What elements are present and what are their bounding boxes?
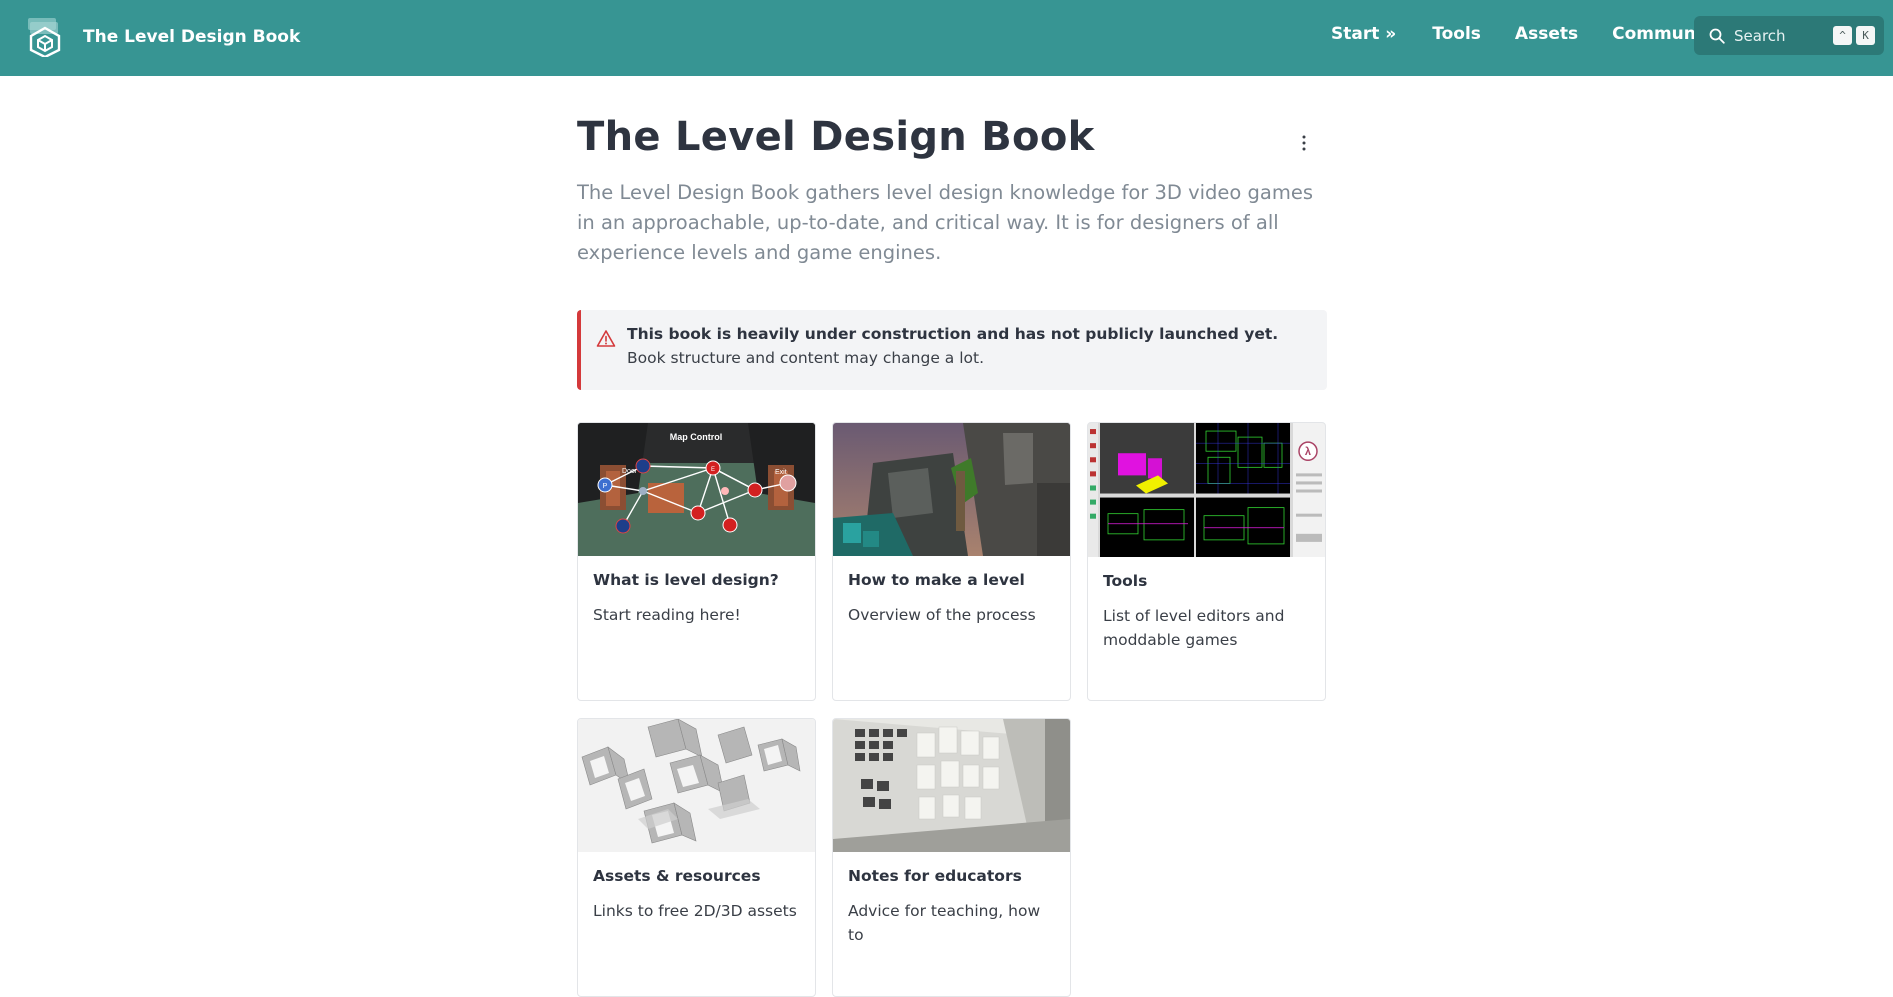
callout-rest-text: Book structure and content may change a … bbox=[627, 349, 985, 367]
card-title: Tools bbox=[1103, 572, 1148, 590]
card-tools[interactable]: λ Tools List of level editors and moddab… bbox=[1087, 422, 1326, 701]
diagram-label-map-control: Map Control bbox=[670, 432, 723, 442]
search-placeholder: Search bbox=[1734, 26, 1786, 45]
site-brand[interactable]: The Level Design Book bbox=[26, 17, 300, 57]
card-desc: Links to free 2D/3D assets bbox=[593, 902, 797, 920]
site-title[interactable]: The Level Design Book bbox=[83, 27, 300, 47]
more-vertical-icon[interactable] bbox=[1297, 132, 1311, 154]
card-desc: List of level editors and moddable games bbox=[1103, 607, 1285, 649]
card-image-cube-modules bbox=[578, 719, 815, 852]
nav-item-start[interactable]: Start » bbox=[1331, 24, 1396, 44]
card-title: Notes for educators bbox=[848, 867, 1022, 885]
callout-bold-text: This book is heavily under construction … bbox=[627, 325, 1279, 343]
card-title: Assets & resources bbox=[593, 867, 761, 885]
card-how-to-make-a-level[interactable]: How to make a level Overview of the proc… bbox=[832, 422, 1071, 701]
card-image-classroom-wall bbox=[833, 719, 1070, 852]
card-desc: Start reading here! bbox=[593, 606, 741, 624]
diagram-label-p: P bbox=[603, 483, 608, 490]
svg-text:λ: λ bbox=[1305, 446, 1311, 458]
shortcut-key-k: K bbox=[1856, 26, 1875, 45]
main-nav: Start » Tools Assets Community bbox=[1331, 24, 1721, 44]
page-lead: The Level Design Book gathers level desi… bbox=[577, 181, 1314, 264]
diagram-label-exit: Exit bbox=[775, 469, 787, 476]
search-icon bbox=[1709, 28, 1725, 44]
card-notes-for-educators[interactable]: Notes for educators Advice for teaching,… bbox=[832, 718, 1071, 997]
card-image-level-editor: λ bbox=[1088, 423, 1325, 557]
card-what-is-level-design[interactable]: Map Control Door Exit P E What is level … bbox=[577, 422, 816, 701]
card-image-level-diagram: Map Control Door Exit P E bbox=[578, 423, 815, 556]
search-button[interactable]: Search ^ K bbox=[1694, 16, 1884, 55]
card-title: How to make a level bbox=[848, 571, 1025, 589]
callout-text: This book is heavily under construction … bbox=[627, 322, 1307, 370]
nav-item-assets[interactable]: Assets bbox=[1515, 24, 1578, 44]
diagram-label-e: E bbox=[711, 467, 715, 473]
card-title: What is level design? bbox=[593, 571, 779, 589]
shortcut-key-ctrl: ^ bbox=[1833, 26, 1852, 45]
page-title: The Level Design Book bbox=[577, 114, 1095, 160]
book-logo-icon bbox=[28, 18, 61, 57]
card-assets-resources[interactable]: Assets & resources Links to free 2D/3D a… bbox=[577, 718, 816, 997]
card-desc: Overview of the process bbox=[848, 606, 1036, 624]
card-desc: Advice for teaching, how to bbox=[848, 902, 1041, 944]
warning-callout: This book is heavily under construction … bbox=[577, 310, 1327, 390]
nav-item-tools[interactable]: Tools bbox=[1432, 24, 1481, 44]
top-navigation-bar: The Level Design Book Start » Tools Asse… bbox=[0, 0, 1893, 76]
warning-icon bbox=[596, 330, 616, 347]
diagram-label-door: Door bbox=[622, 468, 638, 475]
card-image-game-scene bbox=[833, 423, 1070, 556]
